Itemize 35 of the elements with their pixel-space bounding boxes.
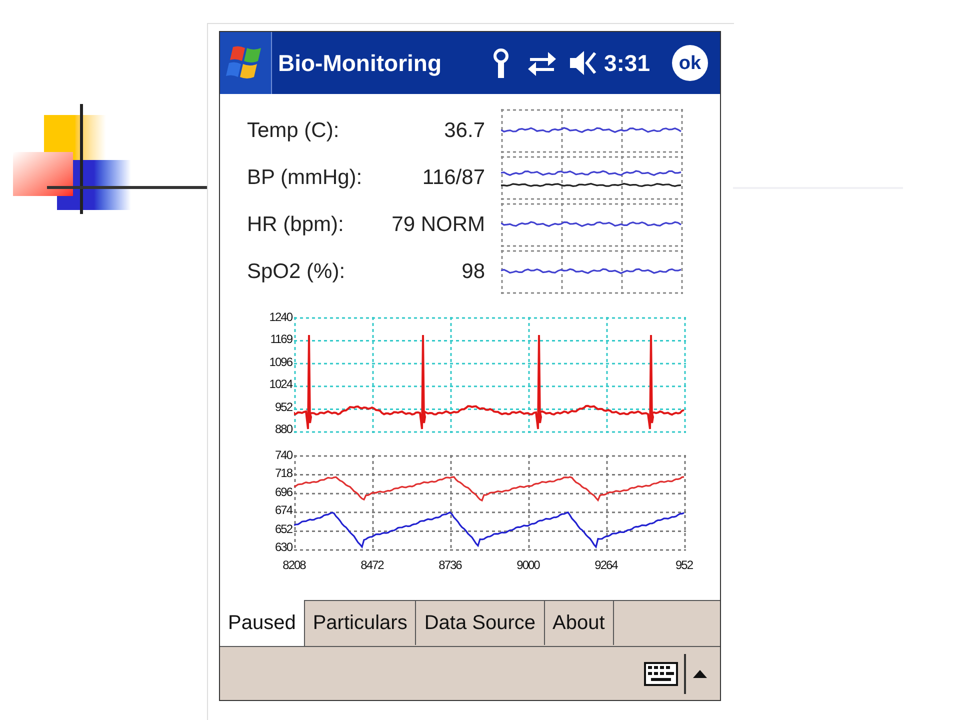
- axis-tick-label: 674: [274, 504, 292, 516]
- sync-arrows-icon[interactable]: [526, 49, 558, 77]
- axis-tick-label: 8208: [282, 559, 306, 571]
- axis-tick-label: 8736: [438, 559, 462, 571]
- axis-tick-label: 718: [274, 467, 292, 480]
- axis-tick-label: 880: [274, 422, 292, 435]
- vital-value: 36.7: [443, 118, 485, 144]
- clock-time[interactable]: 3:31: [604, 46, 650, 80]
- axis-tick-label: 696: [274, 486, 292, 498]
- vital-label: HR (bpm):: [247, 212, 345, 238]
- axis-tick-label: 8472: [360, 559, 384, 571]
- axis-tick-label: 952: [675, 559, 693, 571]
- window-title: Bio-Monitoring: [278, 48, 442, 78]
- axis-tick-label: 1024: [269, 378, 292, 390]
- axis-tick-label: 952: [274, 400, 292, 413]
- axis-tick-label: 9000: [516, 559, 540, 571]
- vital-label: Temp (C):: [247, 118, 340, 144]
- axis-tick-label: 630: [274, 540, 292, 553]
- vital-label: SpO2 (%):: [247, 259, 346, 286]
- up-caret-icon[interactable]: [692, 668, 708, 678]
- tab[interactable]: Paused: [220, 600, 305, 646]
- vital-value: 79 NORM: [390, 212, 485, 238]
- axis-tick-label: 1169: [270, 333, 292, 346]
- speaker-icon[interactable]: [568, 49, 598, 77]
- axis-tick-label: 740: [274, 449, 292, 461]
- vital-label: BP (mmHg):: [247, 165, 364, 192]
- ok-button[interactable]: ok: [672, 45, 708, 81]
- axis-tick-label: 652: [274, 522, 292, 535]
- start-button[interactable]: [220, 32, 272, 94]
- axis-tick-label: 9264: [594, 559, 618, 571]
- axis-tick-label: 1096: [269, 356, 292, 368]
- vital-value: 116/87: [421, 165, 485, 192]
- axis-tick-label: 1240: [269, 311, 292, 323]
- keyboard-icon[interactable]: [644, 662, 678, 686]
- vital-value: 98: [460, 259, 485, 286]
